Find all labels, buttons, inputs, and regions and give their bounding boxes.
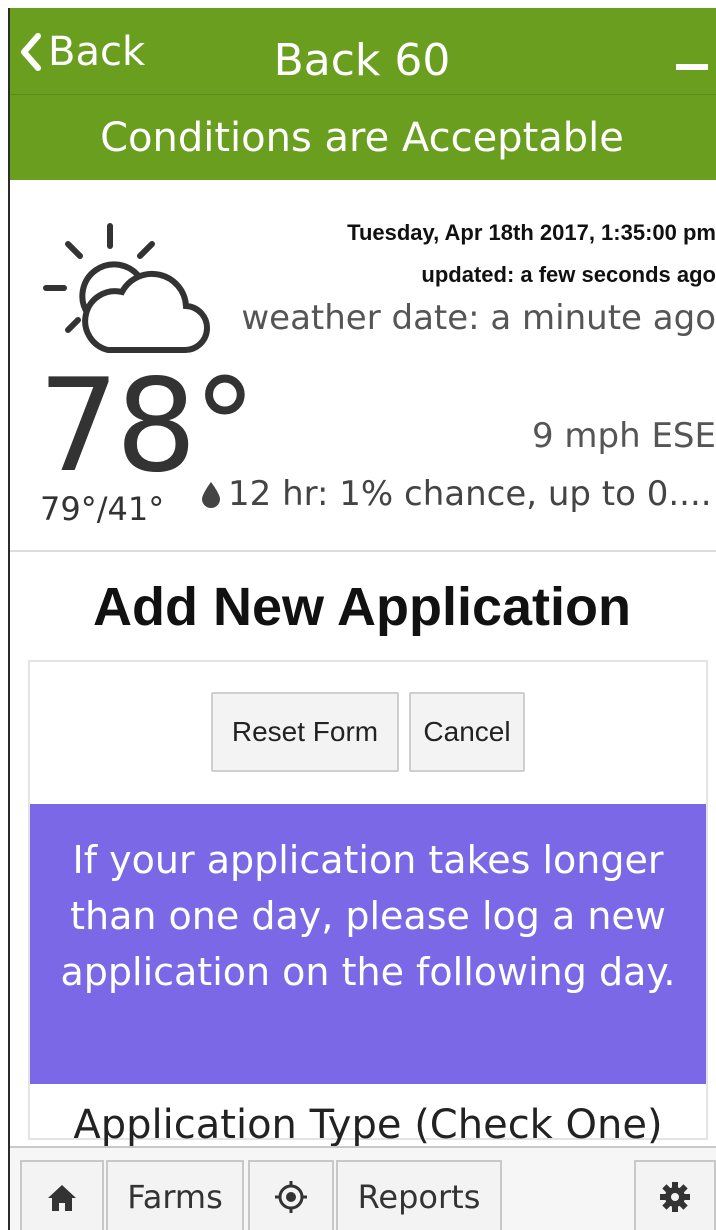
partly-cloudy-icon <box>43 223 210 354</box>
nav-farms-label: Farms <box>127 1178 223 1216</box>
left-frame-border <box>8 8 10 1230</box>
application-type-label: Application Type (Check One) <box>73 1102 663 1148</box>
raindrop-icon <box>202 482 220 508</box>
nav-reports-label: Reports <box>357 1178 481 1216</box>
wind-speed: 9 mph ESE <box>531 416 716 456</box>
form-title: Add New Application <box>93 577 631 637</box>
weather-panel: Tuesday, Apr 18th 2017, 1:35:00 pm updat… <box>8 180 716 552</box>
nav-reports-button[interactable]: Reports <box>336 1160 502 1230</box>
nav-settings-button[interactable] <box>634 1160 716 1230</box>
weather-datetime: Tuesday, Apr 18th 2017, 1:35:00 pm <box>347 220 716 245</box>
conditions-banner: Conditions are Acceptable <box>8 94 716 180</box>
top-bar: Back Back 60 <box>8 8 716 94</box>
nav-location-button[interactable] <box>248 1160 334 1230</box>
bottom-nav: Farms Reports <box>8 1146 716 1230</box>
precipitation-text: 12 hr: 1% chance, up to 0.... <box>228 474 712 514</box>
app-frame: Back Back 60 Conditions are Acceptable T… <box>8 8 716 1230</box>
reset-form-button[interactable]: Reset Form <box>211 692 399 772</box>
minus-icon[interactable] <box>676 64 708 70</box>
form-button-row: Reset Form Cancel <box>30 692 706 772</box>
application-form: Reset Form Cancel If your application ta… <box>28 660 708 1148</box>
weather-date: weather date: a minute ago <box>241 298 716 338</box>
precipitation: 12 hr: 1% chance, up to 0.... <box>200 474 712 514</box>
nav-farms-button[interactable]: Farms <box>106 1160 244 1230</box>
home-icon <box>48 1185 76 1211</box>
multi-day-notice: If your application takes longer than on… <box>30 804 706 1084</box>
location-target-icon <box>275 1181 307 1213</box>
hi-lo-temperature: 79°/41° <box>40 490 165 528</box>
weather-updated: updated: a few seconds ago <box>421 262 716 287</box>
page-title: Back 60 <box>273 35 451 86</box>
gear-icon <box>660 1182 690 1212</box>
nav-home-button[interactable] <box>20 1160 104 1230</box>
current-temperature: 78° <box>38 352 257 501</box>
cancel-button[interactable]: Cancel <box>409 692 525 772</box>
